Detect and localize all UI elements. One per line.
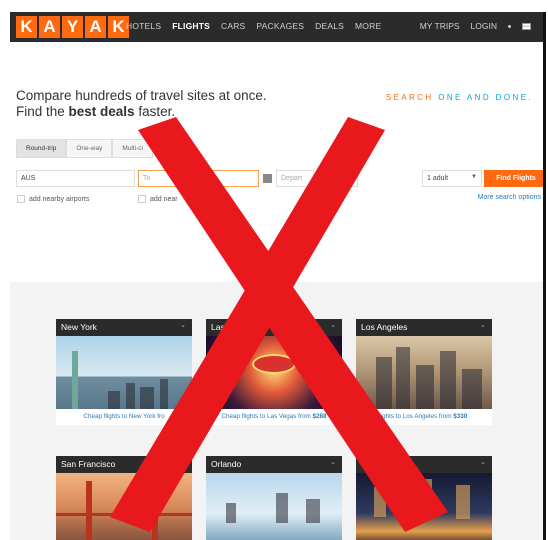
logo-letter: Y	[62, 16, 83, 38]
chevron-down-icon[interactable]: ⌄	[180, 321, 186, 329]
logo-letter: A	[39, 16, 60, 38]
nav-hotels[interactable]: HOTELS	[126, 21, 161, 31]
checkbox[interactable]	[138, 195, 146, 203]
nearby-destination-label: add near	[150, 195, 178, 203]
card-header: San Francisco ⌄	[56, 456, 192, 473]
destination-card-san-francisco[interactable]: San Francisco ⌄	[56, 456, 192, 540]
destination-card-los-angeles[interactable]: Los Angeles ⌄ ights to Los Angeles from $…	[356, 319, 492, 425]
calendar-icon[interactable]	[263, 174, 272, 183]
main-nav: HOTELS FLIGHTS CARS PACKAGES DEALS MORE	[126, 21, 381, 31]
card-caption-link[interactable]: Cheap flights to New York fro	[56, 409, 192, 425]
orlando-photo	[206, 473, 342, 540]
account-nav: MY TRIPS LOGIN	[420, 21, 531, 31]
card-header: Las ⌄	[206, 319, 342, 336]
chevron-down-icon[interactable]: ⌄	[480, 458, 486, 466]
logo-letter: A	[85, 16, 106, 38]
nav-deals[interactable]: DEALS	[315, 21, 344, 31]
hero-line-2: Find the best deals faster.	[16, 104, 176, 119]
nearby-origin-option[interactable]: add nearby airports	[17, 195, 89, 203]
destination-card-orlando[interactable]: Orlando ⌄	[206, 456, 342, 540]
more-search-options-link[interactable]: More search options	[478, 194, 541, 201]
return-date-input[interactable]: Retu	[322, 170, 358, 187]
destination-card-new-york[interactable]: New York ⌄ Cheap flights to New York fro	[56, 319, 192, 425]
destination-input[interactable]: To	[138, 170, 259, 187]
new-york-photo	[56, 336, 192, 409]
destination-card-chicago[interactable]: C ⌄	[356, 456, 492, 540]
chevron-down-icon[interactable]: ⌄	[330, 458, 336, 466]
browser-page: K A Y A K HOTELS FLIGHTS CARS PACKAGES D…	[10, 12, 546, 540]
las-vegas-photo	[206, 336, 342, 409]
card-caption-link[interactable]: Cheap flights to Las Vegas from $288	[206, 409, 342, 425]
chicago-photo	[356, 473, 492, 540]
card-header: C ⌄	[356, 456, 492, 473]
nav-more[interactable]: MORE	[355, 21, 381, 31]
nav-login[interactable]: LOGIN	[471, 21, 497, 31]
nav-my-trips[interactable]: MY TRIPS	[420, 21, 460, 31]
tab-one-way[interactable]: One-way	[66, 139, 113, 158]
nav-flights[interactable]: FLIGHTS	[172, 21, 210, 31]
tab-multi-city[interactable]: Multi-ci	[112, 139, 153, 158]
card-caption-link[interactable]: ights to Los Angeles from $330	[356, 409, 492, 425]
hero-line-1: Compare hundreds of travel sites at once…	[16, 88, 267, 103]
depart-date-input[interactable]: Depart	[276, 170, 314, 187]
chevron-down-icon[interactable]: ⌄	[480, 321, 486, 329]
us-flag-icon[interactable]	[522, 22, 531, 30]
tab-round-trip[interactable]: Round-trip	[16, 139, 67, 158]
chevron-down-icon[interactable]: ⌄	[330, 321, 336, 329]
user-dot-icon	[508, 24, 511, 28]
nearby-destination-option[interactable]: add near	[138, 195, 178, 203]
travelers-select[interactable]: 1 adult ▼	[422, 170, 482, 187]
nearby-origin-label: add nearby airports	[29, 195, 90, 203]
date-separator: –	[316, 173, 320, 180]
find-flights-button[interactable]: Find Flights	[484, 170, 543, 187]
logo-letter: K	[16, 16, 37, 38]
card-header: Orlando ⌄	[206, 456, 342, 473]
destinations-section: New York ⌄ Cheap flights to New York fro …	[10, 282, 543, 540]
card-header: New York ⌄	[56, 319, 192, 336]
san-francisco-photo	[56, 473, 192, 540]
card-header: Los Angeles ⌄	[356, 319, 492, 336]
top-navigation-bar: K A Y A K HOTELS FLIGHTS CARS PACKAGES D…	[10, 12, 543, 42]
flight-search-form: AUS To Depart – Retu 1 adult ▼ Find Fligh…	[16, 170, 543, 188]
destination-card-las-vegas[interactable]: Las ⌄ Cheap flights to Las Vegas from $28…	[206, 319, 342, 425]
tagline: SEARCH ONE AND DONE.	[385, 93, 533, 102]
origin-input[interactable]: AUS	[16, 170, 135, 187]
nav-packages[interactable]: PACKAGES	[256, 21, 304, 31]
hero-heading: Compare hundreds of travel sites at once…	[16, 88, 267, 120]
los-angeles-photo	[356, 336, 492, 409]
chevron-down-icon[interactable]: ⌄	[180, 458, 186, 466]
kayak-logo[interactable]: K A Y A K	[16, 16, 129, 38]
nav-cars[interactable]: CARS	[221, 21, 245, 31]
chevron-down-icon: ▼	[471, 174, 477, 180]
trip-type-tabs: Round-trip One-way Multi-ci	[16, 139, 153, 158]
checkbox[interactable]	[17, 195, 25, 203]
